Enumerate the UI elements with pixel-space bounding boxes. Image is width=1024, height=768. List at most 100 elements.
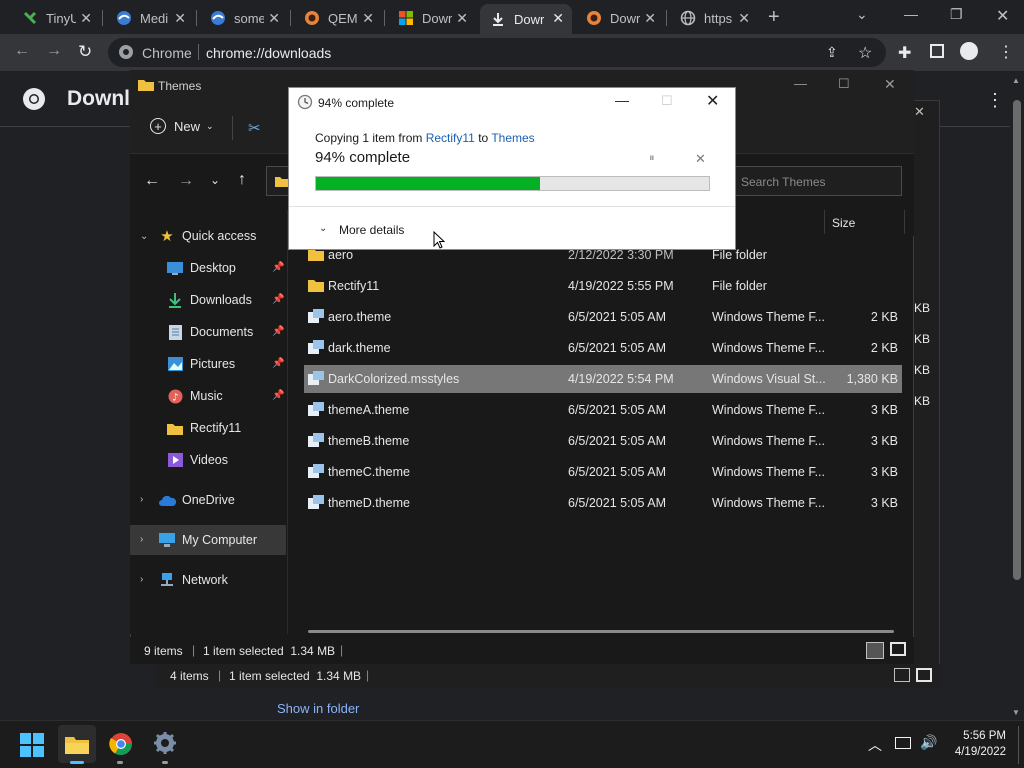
omnibox-url[interactable]: chrome://downloads (206, 45, 331, 61)
tab-qemu[interactable]: QEMI ✕ (294, 4, 382, 32)
new-button[interactable]: + New ⌄ (150, 118, 214, 134)
chrome-menu-icon[interactable]: ⋮ (998, 42, 1014, 62)
show-hidden-icons-chevron-icon[interactable]: ︿ (868, 735, 882, 755)
extensions-puzzle-icon[interactable]: ✚ (898, 43, 911, 63)
tab-search-chevron-icon[interactable]: ⌄ (856, 6, 868, 23)
tab-some[interactable]: some ✕ (200, 4, 288, 32)
tab-close-icon[interactable]: ✕ (362, 10, 374, 27)
back-arrow-icon[interactable]: ← (14, 42, 30, 60)
source-folder-link[interactable]: Rectify11 (426, 131, 475, 145)
nav-documents[interactable]: Documents 📌 (130, 317, 288, 347)
nav-rectify11[interactable]: Rectify11 (130, 413, 288, 443)
pause-icon[interactable]: ⏸ (649, 152, 655, 165)
tab-close-icon[interactable]: ✕ (456, 10, 468, 27)
new-tab-plus-icon[interactable]: + (768, 6, 780, 29)
forward-arrow-icon[interactable]: → (178, 172, 194, 190)
back-window-close-icon[interactable]: ✕ (914, 104, 925, 120)
nav-quick-access[interactable]: ⌄ ★ Quick access (130, 221, 288, 251)
minimize-icon[interactable]: — (904, 6, 918, 22)
volume-speaker-icon[interactable]: 🔊 (920, 734, 937, 751)
address-box[interactable] (266, 166, 290, 196)
bookmark-star-icon[interactable]: ☆ (858, 43, 872, 63)
back-arrow-icon[interactable]: ← (144, 172, 160, 190)
settings-gear-icon[interactable] (153, 731, 177, 755)
restore-icon[interactable]: ❐ (950, 6, 963, 23)
tab-medi[interactable]: Medi ✕ (106, 4, 194, 32)
tab-tinyu[interactable]: TinyU ✕ (12, 4, 100, 32)
pin-icon[interactable]: 📌 (272, 326, 284, 337)
tiles-view-icon[interactable] (890, 642, 906, 656)
details-view-icon[interactable] (866, 642, 884, 659)
recent-locations-chevron-icon[interactable]: ⌄ (210, 173, 220, 187)
pin-icon[interactable]: 📌 (272, 294, 284, 305)
dialog-minimize-icon[interactable]: — (615, 92, 629, 108)
up-arrow-icon[interactable]: ↑ (238, 171, 246, 189)
details-view-icon[interactable] (894, 668, 910, 682)
nav-onedrive[interactable]: › OneDrive (130, 485, 288, 515)
cut-scissors-icon[interactable]: ✂ (248, 119, 261, 137)
cancel-copy-icon[interactable]: ✕ (695, 151, 706, 167)
network-monitor-icon[interactable] (895, 737, 911, 749)
dialog-close-icon[interactable]: ✕ (706, 91, 719, 111)
file-row[interactable]: aero.theme 6/5/2021 5:05 AM Windows Them… (304, 303, 902, 331)
tab-download-3[interactable]: Dowr ✕ (576, 4, 664, 32)
file-row[interactable]: themeC.theme 6/5/2021 5:05 AM Windows Th… (304, 458, 902, 486)
explorer-minimize-icon[interactable]: — (794, 76, 807, 91)
file-row-selected[interactable]: DarkColorized.msstyles 4/19/2022 5:54 PM… (304, 365, 902, 393)
tab-close-icon[interactable]: ✕ (268, 10, 280, 27)
show-in-folder-link[interactable]: Show in folder (277, 701, 359, 716)
scroll-up-icon[interactable]: ▲ (1012, 76, 1020, 85)
file-row[interactable]: themeB.theme 6/5/2021 5:05 AM Windows Th… (304, 427, 902, 455)
nav-desktop[interactable]: Desktop 📌 (130, 253, 288, 283)
tab-https[interactable]: https ✕ (670, 4, 758, 32)
pin-icon[interactable]: 📌 (272, 262, 284, 273)
tiles-view-icon[interactable] (916, 668, 932, 682)
tab-close-icon[interactable]: ✕ (552, 10, 564, 27)
scroll-down-icon[interactable]: ▼ (1012, 708, 1020, 717)
tab-close-icon[interactable]: ✕ (644, 10, 656, 27)
file-row[interactable]: themeA.theme 6/5/2021 5:05 AM Windows Th… (304, 396, 902, 424)
clock-date[interactable]: 4/19/2022 (944, 746, 1006, 758)
nav-pictures[interactable]: Pictures 📌 (130, 349, 288, 379)
collapsed-chevron-icon[interactable]: › (140, 574, 143, 585)
pin-icon[interactable]: 📌 (272, 390, 284, 401)
file-row[interactable]: Rectify11 4/19/2022 5:55 PM File folder (304, 272, 902, 300)
forward-arrow-icon[interactable]: → (46, 42, 62, 60)
collapsed-chevron-icon[interactable]: › (140, 534, 143, 545)
column-header-size[interactable]: Size (832, 216, 855, 230)
tab-microsoft-download[interactable]: Dowr ✕ (388, 4, 476, 32)
tab-title: QEMI (328, 10, 358, 26)
file-size: 3 KB (870, 465, 898, 479)
file-row[interactable]: dark.theme 6/5/2021 5:05 AM Windows Them… (304, 334, 902, 362)
page-scrollbar-thumb[interactable] (1013, 100, 1021, 580)
nav-downloads[interactable]: Downloads 📌 (130, 285, 288, 315)
side-panel-icon[interactable] (930, 44, 944, 58)
nav-videos[interactable]: Videos (130, 445, 288, 475)
collapsed-chevron-icon[interactable]: › (140, 494, 143, 505)
tab-downloads-active[interactable]: Dowr ✕ (480, 4, 572, 34)
share-icon[interactable]: ⇪ (826, 44, 838, 61)
explorer-maximize-icon[interactable]: ☐ (838, 76, 850, 92)
tab-close-icon[interactable]: ✕ (738, 10, 750, 27)
nav-music[interactable]: ♪ Music 📌 (130, 381, 288, 411)
destination-folder-link[interactable]: Themes (491, 131, 534, 145)
tab-close-icon[interactable]: ✕ (80, 10, 92, 27)
profile-avatar-icon[interactable] (960, 42, 978, 60)
horizontal-scrollbar[interactable] (308, 630, 894, 633)
file-row[interactable]: themeD.theme 6/5/2021 5:05 AM Windows Th… (304, 489, 902, 517)
chevron-down-icon[interactable]: ⌄ (319, 223, 327, 234)
tab-close-icon[interactable]: ✕ (174, 10, 186, 27)
more-details-button[interactable]: More details (339, 223, 404, 237)
close-window-icon[interactable]: ✕ (996, 6, 1009, 26)
theme-file-icon (308, 402, 324, 416)
chrome-taskbar-icon[interactable] (109, 732, 133, 756)
nav-my-computer[interactable]: › My Computer (130, 525, 286, 555)
windows-start-icon[interactable] (20, 733, 44, 757)
downloads-menu-icon[interactable]: ⋮ (986, 90, 1004, 111)
show-desktop-button[interactable] (1018, 726, 1019, 764)
clock-time[interactable]: 5:56 PM (944, 730, 1006, 742)
nav-network[interactable]: › Network (130, 565, 288, 595)
pin-icon[interactable]: 📌 (272, 358, 284, 369)
explorer-close-icon[interactable]: ✕ (884, 76, 896, 93)
reload-icon[interactable]: ↻ (78, 42, 92, 62)
